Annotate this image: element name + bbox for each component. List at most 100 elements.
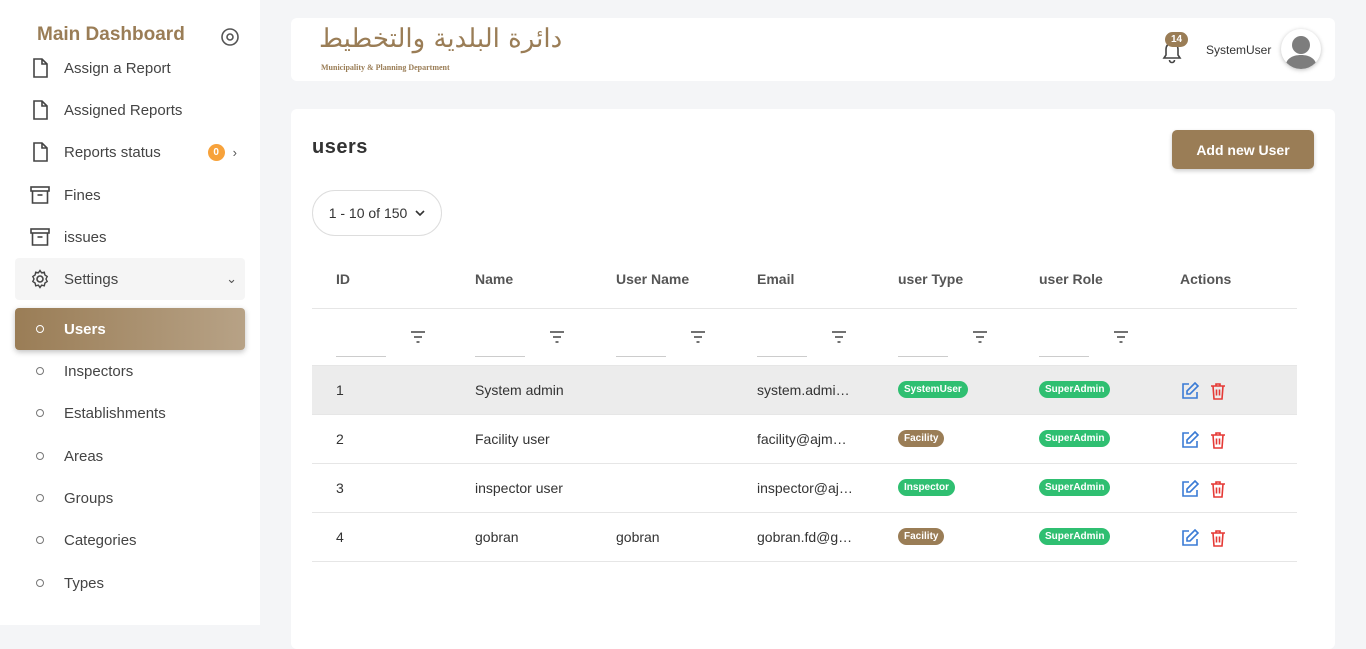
filter-input[interactable] (336, 356, 386, 357)
reports-count-badge: 0 (207, 143, 225, 161)
delete-icon[interactable] (1208, 381, 1228, 401)
sidebar-item-fines[interactable]: Fines (15, 174, 245, 216)
delete-icon[interactable] (1208, 528, 1228, 548)
table-row[interactable]: 2 Facility user facility@ajm… Facility S… (312, 415, 1297, 464)
pagination-select[interactable]: 1 - 10 of 150 (312, 190, 442, 236)
user-role-badge: SuperAdmin (1039, 479, 1111, 496)
pagination-range: 1 - 10 of 150 (328, 205, 408, 221)
archive-icon (30, 185, 50, 205)
filter-row (312, 309, 1297, 366)
cell-name: System admin (475, 382, 564, 398)
gear-icon (30, 269, 50, 289)
chevron-right-icon: › (232, 144, 237, 160)
column-header-email[interactable]: Email (757, 271, 794, 287)
column-header-actions: Actions (1180, 271, 1232, 287)
filter-icon[interactable] (691, 331, 705, 343)
sidebar-subitem-groups[interactable]: Groups (15, 477, 245, 519)
filter-icon[interactable] (411, 331, 425, 343)
user-type-badge: Facility (898, 430, 945, 447)
logo-arabic-text: دائرة البلدية والتخطيط (319, 24, 563, 54)
sidebar-subitem-label: Areas (64, 447, 104, 465)
filter-icon[interactable] (973, 331, 987, 343)
bullet-icon (36, 494, 44, 502)
filter-input[interactable] (475, 356, 525, 357)
cell-name: inspector user (475, 480, 563, 496)
sidebar-subitem-inspectors[interactable]: Inspectors (15, 350, 245, 392)
cell-id: 4 (336, 529, 344, 545)
column-header-id[interactable]: ID (336, 271, 350, 287)
column-header-user-type[interactable]: user Type (898, 271, 963, 287)
sidebar-item-reports-status[interactable]: Reports status 0 › (15, 131, 245, 173)
filter-input[interactable] (898, 356, 948, 357)
cell-email: system.admi… (757, 382, 850, 398)
sidebar-subitem-areas[interactable]: Areas (15, 435, 245, 477)
sidebar-subitem-label: Inspectors (64, 362, 134, 380)
avatar[interactable] (1281, 29, 1321, 69)
edit-icon[interactable] (1180, 381, 1200, 401)
column-header-username[interactable]: User Name (616, 271, 689, 287)
cell-email: inspector@aj… (757, 480, 853, 496)
cell-id: 2 (336, 431, 344, 447)
cell-username: gobran (616, 529, 660, 545)
brand-title: Main Dashboard (37, 24, 185, 45)
sidebar-subitem-label: Groups (64, 489, 114, 507)
filter-input[interactable] (1039, 356, 1089, 357)
user-role-badge: SuperAdmin (1039, 430, 1111, 447)
filter-icon[interactable] (1114, 331, 1128, 343)
archive-icon (30, 227, 50, 247)
logo-english-text: Municipality & Planning Department (321, 63, 450, 72)
user-type-badge: SystemUser (898, 381, 968, 398)
sidebar-subitem-label: Users (64, 320, 106, 338)
filter-icon[interactable] (832, 331, 846, 343)
cell-name: Facility user (475, 431, 550, 447)
sidebar-item-label: Assigned Reports (64, 101, 183, 119)
sidebar-toggle-icon[interactable] (220, 27, 240, 47)
sidebar-item-settings[interactable]: Settings ⌄ (15, 258, 245, 300)
file-icon (30, 58, 50, 78)
top-bar: دائرة البلدية والتخطيط Municipality & Pl… (291, 18, 1335, 81)
sidebar-item-assigned-reports[interactable]: Assigned Reports (15, 89, 245, 131)
filter-input[interactable] (616, 356, 666, 357)
sidebar-subitem-categories[interactable]: Categories (15, 519, 245, 561)
cell-id: 1 (336, 382, 344, 398)
chevron-down-icon (415, 210, 425, 216)
sidebar-item-label: Assign a Report (64, 59, 171, 77)
bullet-icon (36, 579, 44, 587)
bullet-icon (36, 409, 44, 417)
sidebar-subitem-users[interactable]: Users (15, 308, 245, 350)
sidebar: Main Dashboard Assign a Report Assigned … (0, 0, 260, 625)
table-row[interactable]: 4 gobran gobran gobran.fd@g… Facility Su… (312, 513, 1297, 562)
delete-icon[interactable] (1208, 430, 1228, 450)
sidebar-item-label: Reports status (64, 143, 161, 161)
sidebar-subitem-types[interactable]: Types (15, 562, 245, 604)
sidebar-item-assign-report[interactable]: Assign a Report (15, 47, 245, 89)
cell-email: gobran.fd@g… (757, 529, 853, 545)
edit-icon[interactable] (1180, 528, 1200, 548)
cell-name: gobran (475, 529, 519, 545)
delete-icon[interactable] (1208, 479, 1228, 499)
page-title: users (312, 136, 368, 158)
column-header-user-role[interactable]: user Role (1039, 271, 1103, 287)
username-label[interactable]: SystemUser (1206, 43, 1271, 57)
edit-icon[interactable] (1180, 430, 1200, 450)
edit-icon[interactable] (1180, 479, 1200, 499)
user-role-badge: SuperAdmin (1039, 528, 1111, 545)
sidebar-item-issues[interactable]: issues (15, 216, 245, 258)
table-row[interactable]: 3 inspector user inspector@aj… Inspector… (312, 464, 1297, 513)
user-type-badge: Inspector (898, 479, 956, 496)
cell-id: 3 (336, 480, 344, 496)
column-header-name[interactable]: Name (475, 271, 513, 287)
user-avatar-icon (1285, 36, 1317, 69)
sidebar-item-label: issues (64, 228, 107, 246)
add-new-user-button[interactable]: Add new User (1172, 130, 1314, 169)
bullet-icon (36, 325, 44, 333)
table-row[interactable]: 1 System admin system.admi… SystemUser S… (312, 366, 1297, 415)
cell-email: facility@ajm… (757, 431, 847, 447)
table-header: ID Name User Name Email user Type user R… (312, 253, 1297, 309)
filter-input[interactable] (757, 356, 807, 357)
sidebar-item-label: Settings (64, 270, 119, 288)
file-icon (30, 142, 50, 162)
filter-icon[interactable] (550, 331, 564, 343)
sidebar-subitem-establishments[interactable]: Establishments (15, 392, 245, 434)
sidebar-subitem-label: Types (64, 574, 105, 592)
